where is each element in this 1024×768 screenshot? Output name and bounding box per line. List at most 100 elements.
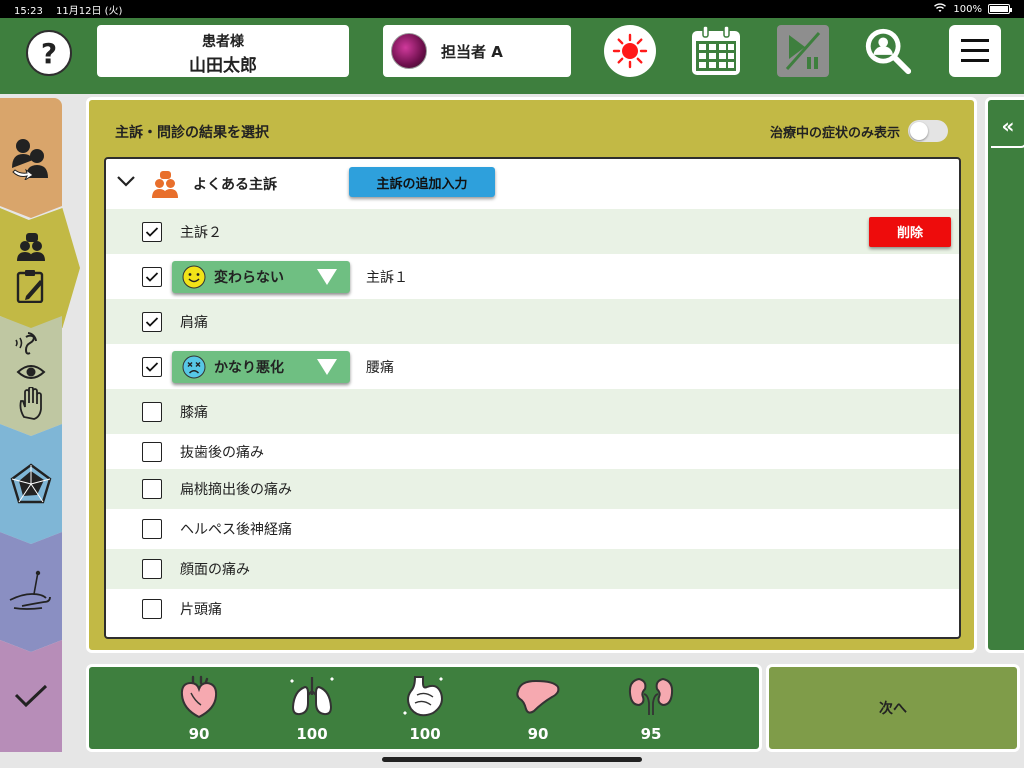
heart-icon [180, 675, 218, 719]
menu-button[interactable] [949, 25, 1001, 77]
help-icon: ? [40, 36, 58, 70]
row-label: 主訴２ [180, 224, 222, 241]
kidneys-score[interactable]: 95 [621, 673, 681, 743]
add-complaint-button[interactable]: 主訴の追加入力 [349, 167, 495, 197]
list-item[interactable]: 主訴２ 削除 [106, 209, 959, 254]
calendar-icon [692, 25, 740, 75]
double-chevron-left-icon: « [1001, 114, 1015, 138]
stomach-score[interactable]: 100 [395, 673, 455, 743]
patient-exchange-icon [9, 136, 53, 180]
list-item[interactable]: 抜歯後の痛み [106, 429, 959, 474]
staff-name: 担当者 A [441, 42, 503, 61]
kidneys-icon [628, 677, 674, 715]
lungs-score[interactable]: 100 [282, 673, 342, 743]
row-checkbox[interactable] [142, 266, 162, 287]
delete-button[interactable]: 削除 [869, 216, 951, 247]
check-icon [145, 226, 159, 237]
home-indicator [382, 757, 642, 762]
wifi-icon [933, 2, 947, 16]
dropdown-triangle-icon [317, 268, 337, 285]
row-label: 顔面の痛み [180, 562, 250, 578]
status-date: 11月12日 (火) [56, 5, 123, 17]
chevron-down-icon[interactable] [116, 173, 136, 193]
row-checkbox[interactable] [142, 311, 162, 332]
sun-button[interactable] [604, 25, 656, 77]
row-checkbox[interactable] [142, 221, 162, 242]
list-item[interactable]: 肩痛 [106, 299, 959, 344]
battery-percent: 100% [953, 3, 982, 15]
right-drawer: « [985, 97, 1024, 653]
calendar-button[interactable] [690, 25, 742, 77]
side-navigation [0, 98, 82, 752]
row-label: 扁桃摘出後の痛み [180, 482, 292, 498]
expand-drawer-button[interactable]: « [991, 106, 1024, 148]
smile-face-icon [182, 265, 206, 288]
row-checkbox[interactable] [142, 559, 162, 579]
status-text: 変わらない [214, 269, 284, 286]
in-treatment-toggle[interactable] [908, 120, 948, 142]
status-dropdown[interactable]: 変わらない [172, 260, 350, 293]
row-label: ヘルペス後神経痛 [180, 522, 292, 538]
row-checkbox[interactable] [142, 401, 162, 422]
row-label: 膝痛 [180, 404, 208, 421]
row-label: 主訴１ [366, 269, 408, 286]
patient-selector[interactable]: 患者様 山田太郎 [97, 25, 349, 77]
nav-pentagon-chart[interactable] [0, 424, 62, 544]
nav-consultation[interactable] [0, 208, 80, 328]
heart-score[interactable]: 90 [169, 673, 229, 743]
play-pause-icon [785, 32, 821, 70]
status-time: 15:23 [14, 5, 43, 17]
row-label: 腰痛 [366, 359, 394, 376]
nav-complete[interactable] [0, 640, 62, 752]
user-search-button[interactable] [862, 25, 914, 77]
staff-selector[interactable]: 担当者 A [383, 25, 571, 77]
status-dropdown[interactable]: かなり悪化 [172, 350, 350, 383]
check-icon [145, 316, 159, 327]
organ-scores-bar: 90 100 100 90 95 [86, 664, 762, 752]
list-item[interactable]: ヘルペス後神経痛 [106, 509, 959, 549]
list-item[interactable]: 変わらない 主訴１ [106, 254, 959, 299]
eye-icon [16, 363, 46, 381]
filter-label: 治療中の症状のみ表示 [769, 126, 900, 141]
list-item[interactable]: 膝痛 [106, 389, 959, 434]
list-item[interactable]: かなり悪化 腰痛 [106, 344, 959, 389]
clipboard-edit-icon [16, 269, 46, 303]
list-item[interactable]: 顔面の痛み [106, 549, 959, 589]
status-text: かなり悪化 [214, 359, 284, 376]
row-checkbox[interactable] [142, 356, 162, 377]
checkmark-icon [14, 684, 48, 708]
row-label: 片頭痛 [180, 602, 222, 618]
heart-value: 90 [188, 725, 210, 743]
row-checkbox[interactable] [142, 599, 162, 619]
liver-value: 90 [527, 725, 549, 743]
row-checkbox[interactable] [142, 479, 162, 499]
complaint-group-header: よくある主訴 主訴の追加入力 [106, 159, 959, 209]
chief-complaint-panel: 主訴・問診の結果を選択 治療中の症状のみ表示 よくある主訴 主訴の追加入力 主訴… [86, 97, 977, 653]
patient-label: 患者様 [202, 34, 244, 50]
play-pause-button[interactable] [777, 25, 829, 77]
dropdown-triangle-icon [317, 358, 337, 375]
hand-icon [16, 387, 46, 421]
row-checkbox[interactable] [142, 441, 162, 462]
complaint-list: よくある主訴 主訴の追加入力 主訴２ 削除 変わらない 主訴１ 肩痛 かなり悪化… [104, 157, 961, 639]
nav-patient-exchange[interactable] [0, 98, 62, 218]
people-chat-icon [152, 171, 178, 203]
panel-title: 主訴・問診の結果を選択 [115, 125, 269, 141]
pentagon-chart-icon [9, 462, 53, 506]
nav-senses[interactable] [0, 316, 62, 436]
stomach-value: 100 [409, 725, 441, 743]
help-button[interactable]: ? [26, 30, 72, 76]
nav-acupuncture[interactable] [0, 532, 62, 652]
next-button[interactable]: 次へ [766, 664, 1020, 752]
patient-name: 山田太郎 [189, 56, 257, 76]
kidneys-value: 95 [640, 725, 662, 743]
row-checkbox[interactable] [142, 519, 162, 539]
consultation-icon [17, 233, 45, 263]
liver-score[interactable]: 90 [508, 673, 568, 743]
group-title: よくある主訴 [193, 177, 277, 193]
user-search-icon [865, 28, 912, 75]
check-icon [145, 361, 159, 372]
list-item[interactable]: 片頭痛 [106, 589, 959, 629]
sun-icon [612, 33, 648, 69]
list-item[interactable]: 扁桃摘出後の痛み [106, 469, 959, 509]
